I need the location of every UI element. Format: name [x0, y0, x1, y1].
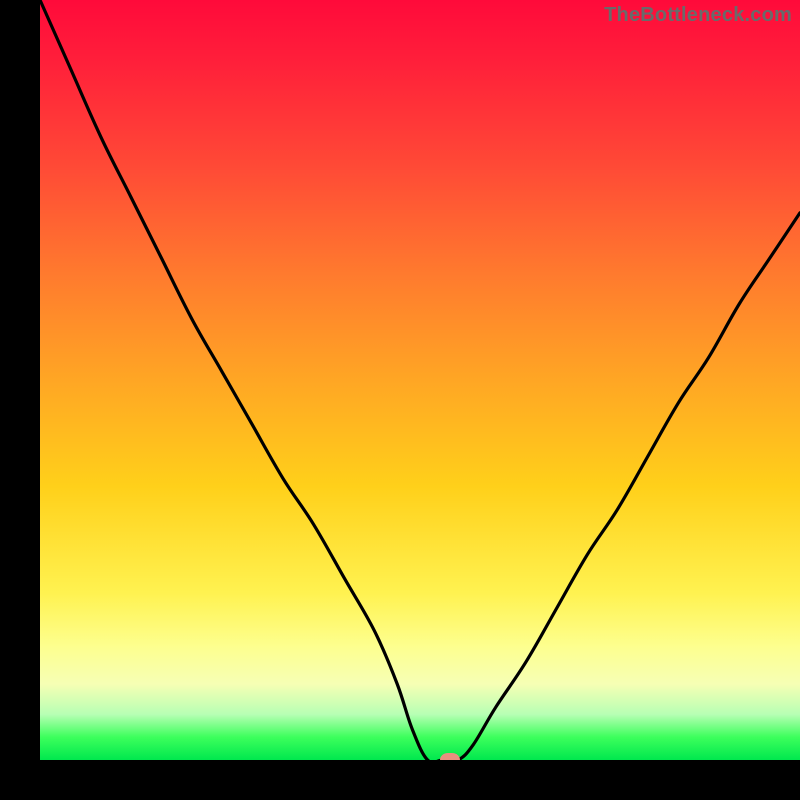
bottleneck-curve — [40, 0, 800, 760]
chart-frame: TheBottleneck.com — [0, 0, 800, 800]
bottleneck-marker — [440, 753, 460, 760]
plot-area: TheBottleneck.com — [40, 0, 800, 760]
attribution-label: TheBottleneck.com — [604, 4, 792, 27]
